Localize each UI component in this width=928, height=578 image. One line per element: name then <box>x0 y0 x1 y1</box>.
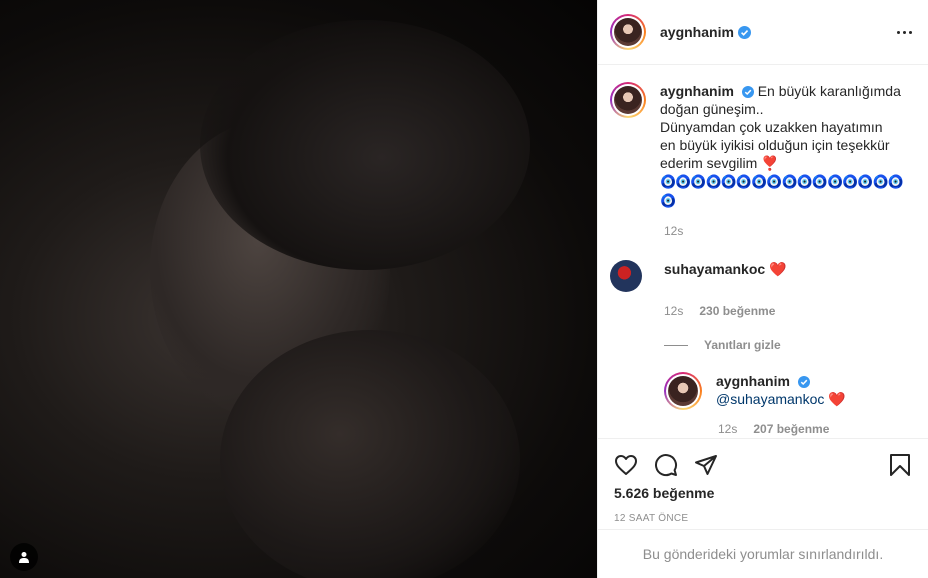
caption-text-line3: Dünyamdan çok uzakken hayatımın <box>660 119 883 135</box>
reply-username[interactable]: aygnhanim <box>716 373 790 389</box>
verified-icon <box>797 376 810 388</box>
post-actions: 5.626 beğenme 12 SAAT ÖNCE <box>598 438 928 524</box>
comment-time[interactable]: 12s <box>664 304 683 318</box>
hide-replies-label: Yanıtları gizle <box>704 338 781 352</box>
author-avatar[interactable] <box>610 14 646 50</box>
photo-shadow-body <box>220 330 520 578</box>
comment: suhayamankoc ❤️ <box>610 260 912 292</box>
more-options-button[interactable] <box>897 30 912 34</box>
caption-text-line1: En büyük karanlığımda <box>757 83 901 99</box>
verified-icon <box>737 25 751 39</box>
caption-heart: ❣️ <box>761 155 779 171</box>
caption-text-line5: ederim sevgilim <box>660 155 758 171</box>
verified-icon <box>741 86 754 98</box>
reply: aygnhanim @suhayamankoc ❤️ <box>664 372 912 410</box>
caption-username[interactable]: aygnhanim <box>660 83 734 99</box>
reply-time[interactable]: 12s <box>718 422 737 436</box>
reply-likes[interactable]: 207 beğenme <box>753 422 829 436</box>
commenter-username[interactable]: suhayamankoc <box>664 261 765 277</box>
caption-text-line2: doğan güneşim.. <box>660 101 764 117</box>
user-tag-icon <box>19 552 29 563</box>
caption: aygnhanim En büyük karanlığımda doğan gü… <box>610 82 912 210</box>
comment-text: ❤️ <box>769 261 787 277</box>
caption-time[interactable]: 12s <box>664 224 683 238</box>
reply-avatar[interactable] <box>664 372 702 410</box>
commenter-avatar[interactable] <box>610 260 642 292</box>
share-icon <box>695 455 717 475</box>
post-timestamp[interactable]: 12 SAAT ÖNCE <box>614 513 912 524</box>
caption-meta: 12s <box>664 224 912 238</box>
heart-icon <box>615 455 637 475</box>
comments-section[interactable]: aygnhanim En büyük karanlığımda doğan gü… <box>598 66 928 438</box>
caption-evil-eyes: 🧿🧿🧿🧿🧿🧿🧿🧿🧿🧿🧿🧿🧿🧿🧿🧿🧿 <box>660 174 904 208</box>
comment-meta: 12s 230 beğenme <box>664 304 912 318</box>
user-tag-button[interactable] <box>10 543 38 571</box>
reply-text: ❤️ <box>828 391 846 407</box>
like-button[interactable] <box>614 453 638 477</box>
reply-mention[interactable]: @suhayamankoc <box>716 391 824 407</box>
reply-meta: 12s 207 beğenme <box>718 422 912 436</box>
post-view: aygnhanim aygnhanim En büyük karanlığımd… <box>0 0 928 578</box>
caption-text-line4: en büyük iyikisi olduğun için teşekkür <box>660 137 890 153</box>
bookmark-icon <box>890 454 910 476</box>
post-panel: aygnhanim aygnhanim En büyük karanlığımd… <box>597 0 928 578</box>
share-button[interactable] <box>694 453 718 477</box>
save-button[interactable] <box>888 453 912 477</box>
comment-icon <box>655 454 678 477</box>
post-likes[interactable]: 5.626 beğenme <box>614 485 912 501</box>
comments-limited-notice: Bu gönderideki yorumlar sınırlandırıldı. <box>598 529 928 578</box>
post-header: aygnhanim <box>598 0 928 65</box>
post-photo[interactable] <box>0 0 597 578</box>
comment-likes[interactable]: 230 beğenme <box>699 304 775 318</box>
author-username[interactable]: aygnhanim <box>660 24 734 40</box>
hide-replies-button[interactable]: Yanıtları gizle <box>664 338 912 352</box>
more-icon <box>897 30 900 34</box>
photo-shadow-head <box>200 20 530 270</box>
comment-button[interactable] <box>654 453 678 477</box>
caption-avatar[interactable] <box>610 82 646 118</box>
